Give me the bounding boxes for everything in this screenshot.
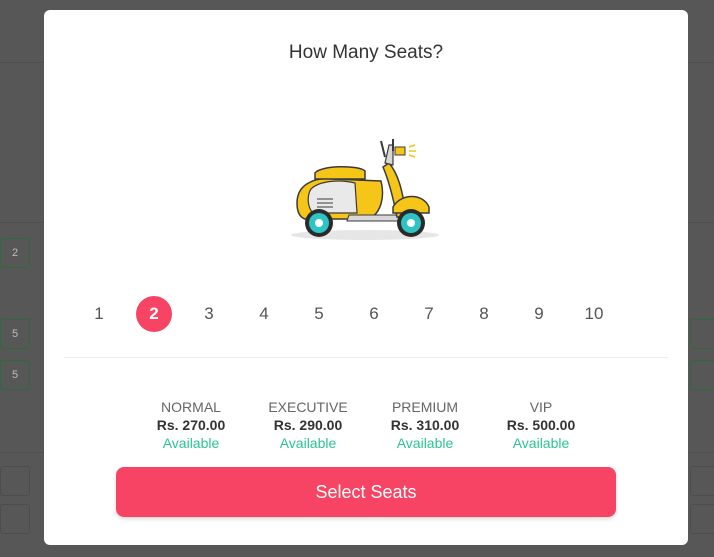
seat-count-option[interactable]: 6 bbox=[356, 296, 392, 332]
seat-count-selector: 1 2 3 4 5 6 7 8 9 10 bbox=[94, 296, 649, 332]
background-seat: 5 bbox=[0, 360, 30, 390]
category-name: NORMAL bbox=[161, 399, 221, 415]
background-seat bbox=[690, 360, 714, 390]
modal-title: How Many Seats? bbox=[288, 42, 444, 63]
category-name: PREMIUM bbox=[391, 399, 459, 415]
category-status: Available bbox=[162, 435, 220, 451]
seat-count-option[interactable]: 1 bbox=[81, 296, 117, 332]
background-seat: 2 bbox=[0, 238, 30, 268]
seat-count-option[interactable]: 7 bbox=[411, 296, 447, 332]
divider bbox=[64, 357, 668, 358]
seat-count-option[interactable]: 10 bbox=[576, 296, 612, 332]
category-normal: NORMAL Rs. 270.00 Available bbox=[126, 398, 256, 452]
seat-count-option[interactable]: 4 bbox=[246, 296, 282, 332]
background-seat bbox=[690, 504, 714, 534]
category-executive: EXECUTIVE Rs. 290.00 Available bbox=[243, 398, 373, 452]
category-status: Available bbox=[396, 435, 454, 451]
seat-count-option[interactable]: 3 bbox=[191, 296, 227, 332]
background-seat bbox=[0, 504, 30, 534]
select-seats-button[interactable]: Select Seats bbox=[116, 467, 616, 517]
scooter-icon bbox=[291, 139, 439, 240]
category-status: Available bbox=[512, 435, 570, 451]
category-name: VIP bbox=[529, 399, 553, 415]
category-price: Rs. 290.00 bbox=[273, 417, 343, 433]
category-premium: PREMIUM Rs. 310.00 Available bbox=[360, 398, 490, 452]
background-seat bbox=[690, 466, 714, 496]
seat-count-option-selected[interactable]: 2 bbox=[136, 296, 172, 332]
seat-count-option[interactable]: 8 bbox=[466, 296, 502, 332]
category-price: Rs. 270.00 bbox=[156, 417, 226, 433]
category-price: Rs. 500.00 bbox=[506, 417, 576, 433]
category-name: EXECUTIVE bbox=[268, 399, 348, 415]
category-price: Rs. 310.00 bbox=[390, 417, 460, 433]
category-vip: VIP Rs. 500.00 Available bbox=[476, 398, 606, 452]
background-seat bbox=[0, 466, 30, 496]
seat-count-option[interactable]: 9 bbox=[521, 296, 557, 332]
category-status: Available bbox=[279, 435, 337, 451]
seat-count-option[interactable]: 5 bbox=[301, 296, 337, 332]
seat-count-modal: How Many Seats? 1 2 3 4 5 6 7 8 9 10 NOR… bbox=[44, 10, 688, 545]
background-seat bbox=[690, 319, 714, 349]
background-seat: 5 bbox=[0, 319, 30, 349]
